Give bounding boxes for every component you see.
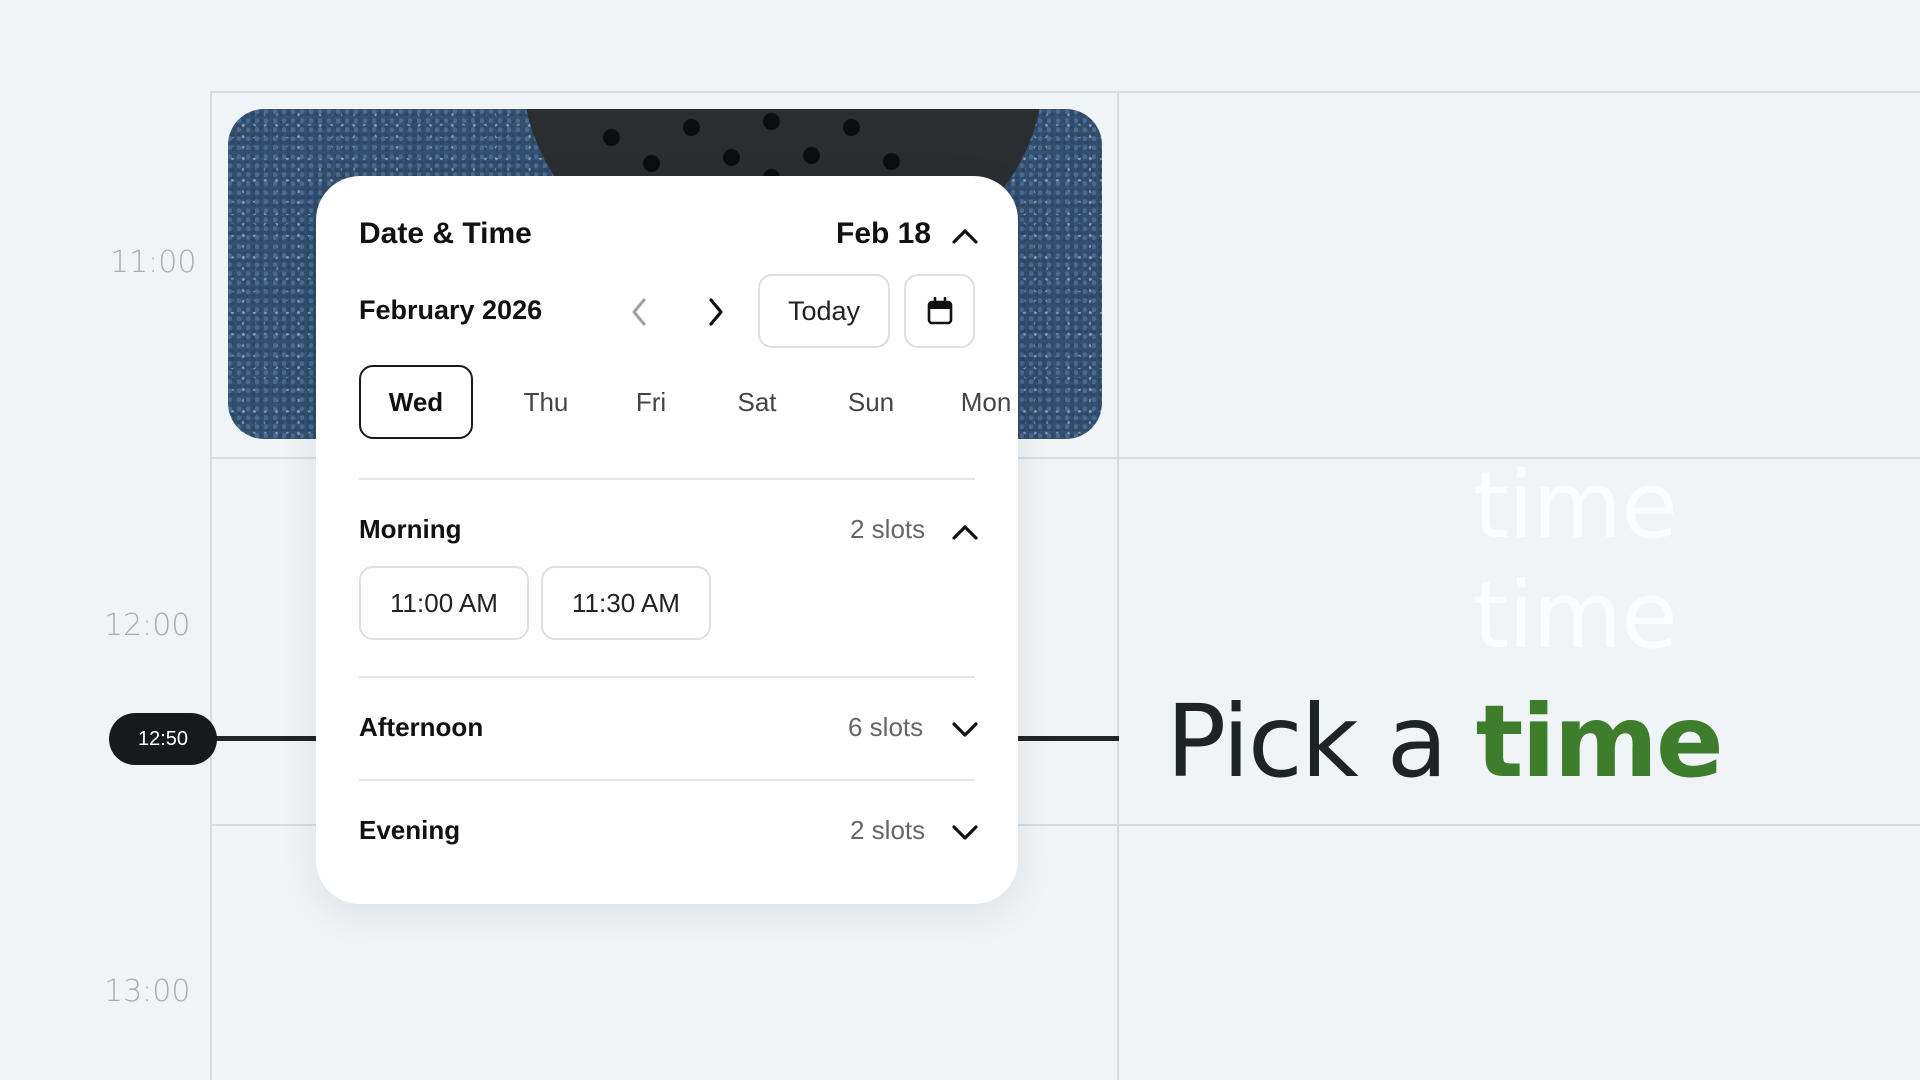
month-label: February 2026 — [359, 295, 543, 325]
chevron-down-icon[interactable] — [950, 823, 980, 843]
image-detail — [803, 147, 820, 164]
image-detail — [883, 153, 900, 170]
popup-title: Date & Time — [359, 217, 532, 250]
day-tab-sun[interactable]: Sun — [821, 365, 921, 439]
day-tab-wed[interactable]: Wed — [359, 365, 473, 439]
day-tab-thu[interactable]: Thu — [496, 365, 596, 439]
day-tab-sat[interactable]: Sat — [712, 365, 802, 439]
image-detail — [643, 155, 660, 172]
hour-label: 11:00 — [110, 245, 197, 280]
hour-label: 12:00 — [104, 608, 191, 643]
image-detail — [683, 119, 700, 136]
chevron-up-icon[interactable] — [950, 226, 980, 246]
image-detail — [603, 129, 620, 146]
hero-heading: Pick a time — [1166, 683, 1724, 800]
date-time-popup: Date & Time Feb 18 February 2026 Today W… — [316, 176, 1018, 904]
divider — [359, 779, 975, 781]
calendar-icon — [927, 297, 952, 325]
morning-slot-count: 2 slots — [850, 514, 926, 544]
chevron-down-icon[interactable] — [950, 720, 980, 740]
time-slot-button[interactable]: 11:30 AM — [541, 566, 711, 640]
afternoon-slot-count: 6 slots — [848, 712, 924, 742]
chevron-right-icon[interactable] — [706, 296, 726, 328]
chevron-up-icon[interactable] — [950, 522, 980, 542]
grid-vertical-line-left — [210, 91, 212, 1080]
image-detail — [723, 149, 740, 166]
section-afternoon-label[interactable]: Afternoon — [359, 712, 483, 743]
current-time-pill: 12:50 — [109, 713, 217, 765]
divider — [359, 478, 975, 480]
image-detail — [843, 119, 860, 136]
today-button[interactable]: Today — [758, 274, 890, 348]
hour-label: 13:00 — [104, 974, 191, 1009]
day-tab-mon[interactable]: Mon — [936, 365, 1018, 439]
current-time-line — [1016, 736, 1119, 741]
evening-slot-count: 2 slots — [850, 815, 926, 845]
current-time-line — [215, 736, 325, 741]
grid-vertical-line-right — [1117, 91, 1119, 1080]
ghost-word: time — [1473, 562, 1678, 669]
time-slot-button[interactable]: 11:00 AM — [359, 566, 529, 640]
section-morning-label[interactable]: Morning — [359, 514, 462, 545]
selected-date[interactable]: Feb 18 — [836, 217, 931, 251]
divider — [359, 676, 975, 678]
chevron-left-icon[interactable] — [629, 296, 649, 328]
hero-accent-word: time — [1475, 683, 1724, 800]
hero-prefix: Pick a — [1166, 683, 1448, 800]
section-evening-label[interactable]: Evening — [359, 815, 460, 846]
ghost-word: time — [1473, 452, 1678, 559]
grid-horizontal-line — [211, 91, 1920, 93]
calendar-picker-button[interactable] — [904, 274, 975, 348]
image-detail — [763, 113, 780, 130]
day-tab-fri[interactable]: Fri — [606, 365, 696, 439]
